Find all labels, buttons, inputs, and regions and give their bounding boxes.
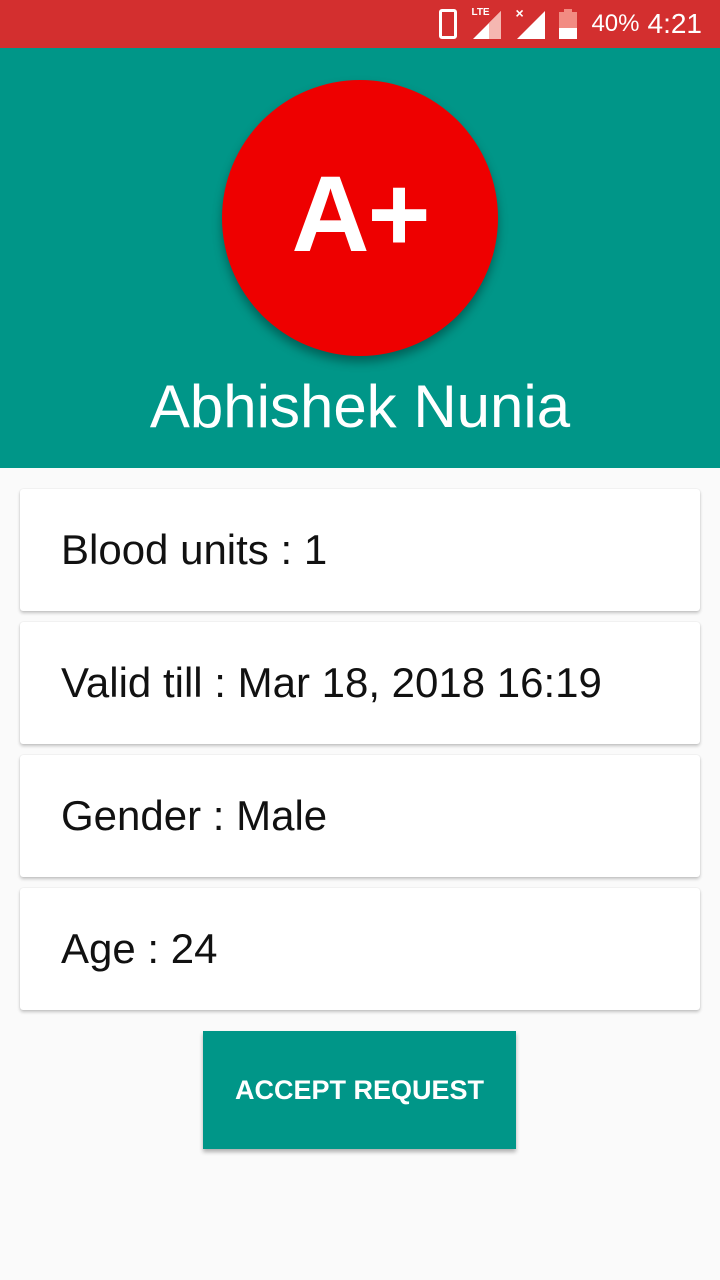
donor-name: Abhishek Nunia: [149, 373, 571, 440]
signal-no-service-icon: ×: [515, 5, 546, 39]
valid-till-card: Valid till : Mar 18, 2018 16:19: [20, 622, 700, 744]
donor-header: A+ Abhishek Nunia: [0, 48, 720, 468]
clock: 4:21: [647, 8, 703, 39]
blood-units-text: Blood units : 1: [61, 526, 328, 573]
battery-icon: [559, 9, 578, 39]
blood-group-text: A+: [291, 152, 430, 274]
battery-percent: 40%: [591, 10, 640, 37]
age-card: Age : 24: [20, 888, 700, 1010]
status-bar: LTE × 40% 4:21: [0, 0, 720, 48]
age-text: Age : 24: [61, 925, 218, 972]
blood-group-badge: A+: [222, 80, 498, 356]
gender-text: Gender : Male: [61, 792, 328, 839]
signal-lte-icon: LTE: [471, 7, 502, 39]
phone-icon: [439, 9, 458, 39]
blood-units-card: Blood units : 1: [20, 489, 700, 611]
accept-request-button[interactable]: ACCEPT REQUEST: [203, 1031, 516, 1149]
valid-till-text: Valid till : Mar 18, 2018 16:19: [61, 659, 602, 706]
gender-card: Gender : Male: [20, 755, 700, 877]
